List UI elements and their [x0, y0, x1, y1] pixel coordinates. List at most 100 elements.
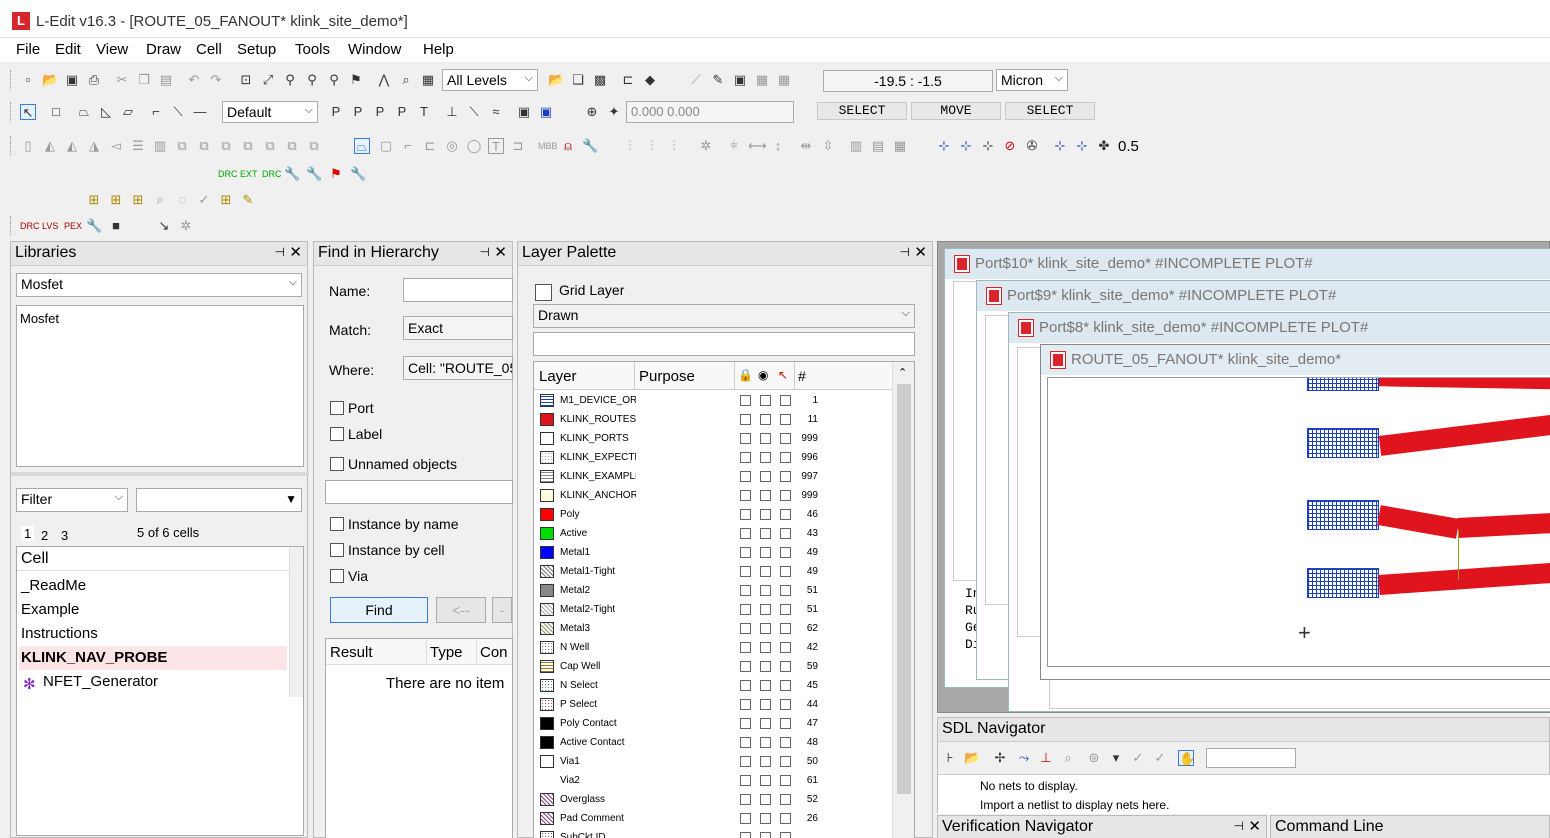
layer-view-select[interactable]: Drawn ⌵ — [533, 304, 915, 328]
cell-item-example[interactable]: Example — [21, 601, 79, 618]
unnamed-checkbox[interactable] — [330, 457, 344, 471]
visible-checkbox[interactable] — [760, 414, 771, 425]
drc-run-icon[interactable]: DRC — [218, 166, 238, 182]
lvs-icon[interactable]: LVS — [42, 218, 58, 234]
layer-row[interactable]: Poly Contact 47 — [536, 714, 886, 733]
filter-select[interactable]: Filter ⌵ — [16, 488, 128, 512]
lock-checkbox[interactable] — [740, 566, 751, 577]
probe-icon[interactable]: ↘ — [156, 218, 172, 234]
polygon-any-icon[interactable]: ▱ — [120, 104, 136, 120]
pin-icon[interactable]: ⊣ — [1234, 819, 1244, 833]
layer-row[interactable]: KLINK_ANCHORS 999 — [536, 486, 886, 505]
select-arrow-icon[interactable]: ↖ — [20, 104, 36, 120]
snap-mid-icon[interactable]: ✇ — [1024, 138, 1040, 154]
new-file-icon[interactable]: ▫ — [20, 72, 36, 88]
sdl-node-icon[interactable]: ✢ — [992, 750, 1008, 766]
ruler-icon[interactable]: ⟋ — [688, 72, 704, 88]
cell-add-icon[interactable]: ⊞ — [86, 192, 102, 208]
sdl-check-icon[interactable]: ✓ — [1130, 750, 1146, 766]
route-wire[interactable] — [1457, 511, 1550, 538]
style-select[interactable]: Default ⌵ — [222, 101, 318, 123]
sdl-tree-icon[interactable]: ⊦ — [942, 750, 958, 766]
print-icon[interactable]: ⎙ — [86, 72, 102, 88]
undo-icon[interactable]: ↶ — [186, 72, 202, 88]
instance-name-checkbox[interactable] — [330, 517, 344, 531]
lock-checkbox[interactable] — [740, 623, 751, 634]
node-icon[interactable]: ✲ — [698, 138, 714, 154]
array-row-icon[interactable]: ▤ — [870, 138, 886, 154]
menu-draw[interactable]: Draw — [146, 41, 181, 58]
pin-icon[interactable]: ⊣ — [900, 245, 910, 259]
stretch-h-icon[interactable]: ⇹ — [798, 138, 814, 154]
layer-view-icon[interactable]: ▦ — [420, 72, 436, 88]
layer-row[interactable]: KLINK_ROUTES 11 — [536, 410, 886, 429]
xy-input[interactable]: 0.000 0.000 — [626, 101, 794, 123]
mdi-titlebar[interactable]: ROUTE_05_FANOUT* klink_site_demo* — [1041, 345, 1550, 375]
cell-light-icon[interactable]: ◌ — [174, 192, 190, 208]
menu-file[interactable]: File — [16, 41, 40, 58]
library-list[interactable]: Mosfet — [16, 305, 304, 467]
spacing-h-icon[interactable]: ⟷ — [748, 138, 767, 154]
back-button[interactable]: <-- — [436, 597, 486, 623]
selectable-checkbox[interactable] — [780, 832, 791, 838]
layer-row[interactable]: Via2 61 — [536, 771, 886, 790]
ruler-curve-icon[interactable]: ≈ — [488, 104, 504, 120]
lock-checkbox[interactable] — [740, 718, 751, 729]
lock-checkbox[interactable] — [740, 585, 751, 596]
snap-vertex-icon[interactable]: ⊹ — [958, 138, 974, 154]
visible-checkbox[interactable] — [760, 756, 771, 767]
port-any-icon[interactable]: P — [372, 104, 388, 120]
splitter[interactable] — [11, 472, 309, 476]
hierarchy-icon[interactable]: ⋀ — [376, 72, 392, 88]
crosshair-icon[interactable]: ⊕ — [584, 104, 600, 120]
tools-icon[interactable]: 🔧 — [582, 138, 598, 154]
menu-edit[interactable]: Edit — [55, 41, 81, 58]
lock-checkbox[interactable] — [740, 832, 751, 838]
layer-row[interactable]: Cap Well 59 — [536, 657, 886, 676]
cell-hier-icon[interactable]: ⊞ — [218, 192, 234, 208]
pin-icon[interactable]: ⊣ — [275, 245, 285, 259]
net-icon[interactable]: ⍝ — [560, 138, 576, 154]
drc-flag-icon[interactable]: ⚑ — [328, 166, 344, 182]
cell-tool-icon[interactable]: ✎ — [240, 192, 256, 208]
lock-checkbox[interactable] — [740, 699, 751, 710]
visible-checkbox[interactable] — [760, 813, 771, 824]
sdl-net-icon[interactable]: ⤳ — [1016, 750, 1032, 766]
visibility-icon[interactable]: ◉ — [758, 368, 768, 382]
display-icon[interactable]: ⊏ — [620, 72, 636, 88]
cell-item-instructions[interactable]: Instructions — [21, 625, 98, 642]
chop-icon[interactable]: ⧉ — [262, 138, 278, 154]
levels-select[interactable]: All Levels ⌵ — [442, 69, 538, 91]
snap-grid-icon[interactable]: ⊹ — [936, 138, 952, 154]
via-icon[interactable]: ▣ — [538, 104, 554, 120]
fit-icon[interactable]: ⤢ — [260, 72, 276, 88]
visible-checkbox[interactable] — [760, 395, 771, 406]
port-pad[interactable] — [1307, 428, 1379, 458]
layer-row[interactable]: N Select 45 — [536, 676, 886, 695]
sdl-search-icon[interactable]: ⌕ — [1060, 750, 1076, 766]
visible-checkbox[interactable] — [760, 794, 771, 805]
group-icon[interactable]: ☰ — [130, 138, 146, 154]
circle-icon[interactable]: ◎ — [444, 138, 460, 154]
distribute-icon[interactable]: ⫶ — [622, 138, 638, 154]
port-box-icon[interactable]: ⊐ — [510, 138, 526, 154]
drc-tools-icon[interactable]: 🔧 — [284, 166, 300, 182]
route-wire[interactable] — [1377, 505, 1460, 539]
menu-setup[interactable]: Setup — [237, 41, 276, 58]
menu-window[interactable]: Window — [348, 41, 401, 58]
snap-icon[interactable]: ✦ — [606, 104, 622, 120]
ext-run-icon[interactable]: EXT — [240, 166, 258, 182]
tab-2[interactable]: 2 — [41, 528, 48, 543]
layer-row[interactable]: Pad Comment 26 — [536, 809, 886, 828]
tab-1[interactable]: 1 — [21, 526, 35, 541]
eraser-icon[interactable]: ◆ — [642, 72, 658, 88]
close-icon[interactable]: ✕ — [494, 243, 507, 261]
where-select[interactable]: Cell: "ROUTE_05_ — [403, 356, 513, 380]
snap-value[interactable]: 0.5 — [1118, 138, 1139, 155]
port-icon[interactable]: P — [328, 104, 344, 120]
grid-layer-checkbox[interactable] — [535, 284, 552, 301]
replace-icon[interactable]: ⚲ — [326, 72, 342, 88]
boolean-icon[interactable]: ⧉ — [306, 138, 322, 154]
grid-icon[interactable]: ▦ — [754, 72, 770, 88]
layer-row[interactable]: Via1 50 — [536, 752, 886, 771]
